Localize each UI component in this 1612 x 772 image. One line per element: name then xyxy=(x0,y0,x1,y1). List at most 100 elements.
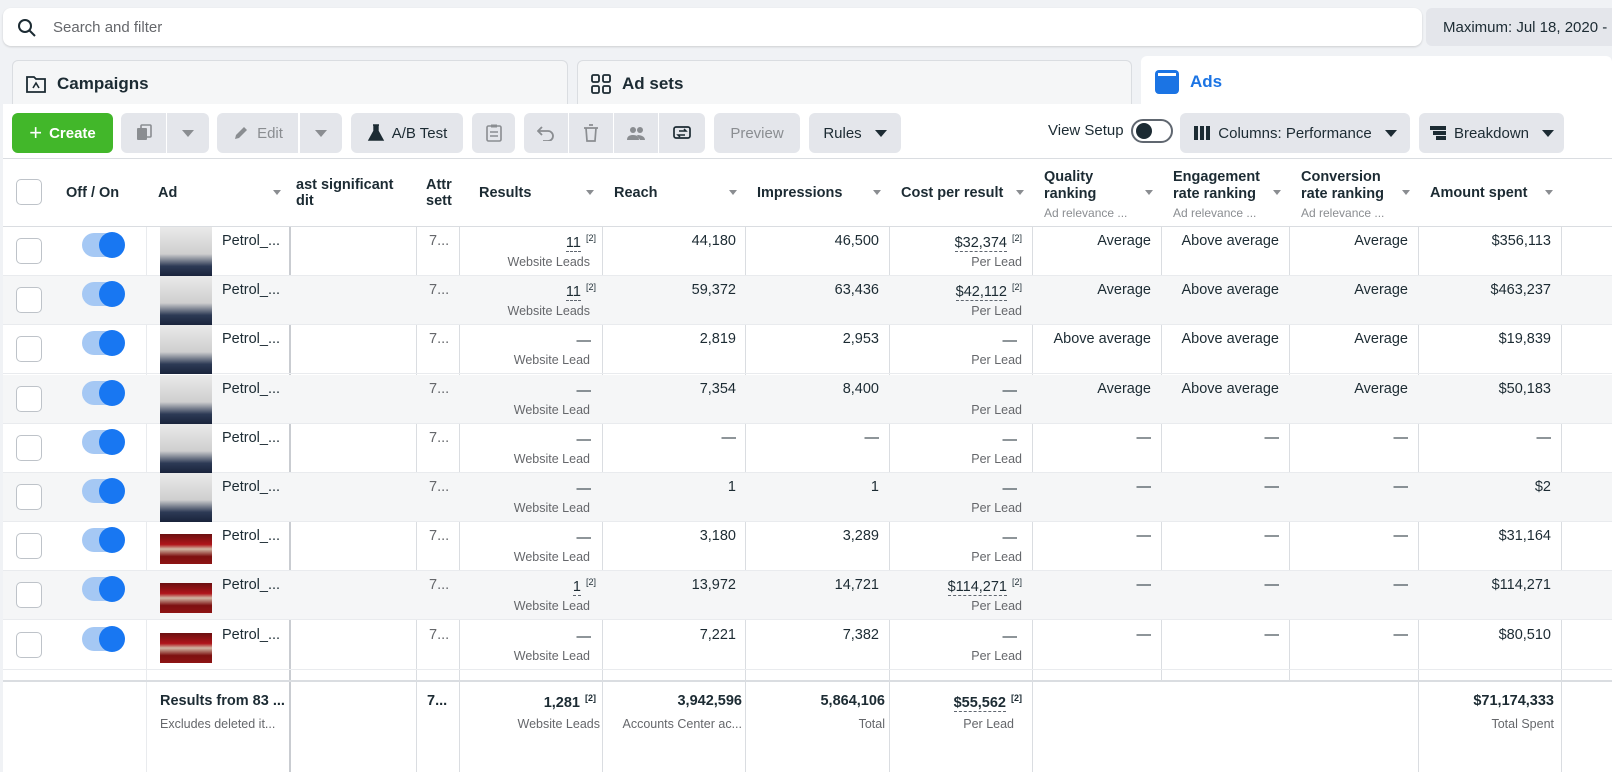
impressions-value: 8,400 xyxy=(842,380,879,397)
summary-amount-spent: $71,174,333 xyxy=(1473,693,1554,709)
ad-thumbnail[interactable] xyxy=(160,374,212,424)
col-header-ad[interactable]: Ad xyxy=(148,159,289,227)
summary-results-sub: Website Leads xyxy=(517,717,600,731)
ad-name[interactable]: Petrol_... xyxy=(222,627,280,643)
ad-thumbnail[interactable] xyxy=(160,227,212,276)
ad-status-toggle[interactable] xyxy=(82,576,125,603)
ad-name[interactable]: Petrol_... xyxy=(222,331,280,347)
col-header-quality-ranking[interactable]: Quality ranking Ad relevance ... xyxy=(1034,159,1161,227)
row-checkbox[interactable] xyxy=(16,238,42,264)
ad-thumbnail[interactable] xyxy=(160,325,212,375)
duplicate-button[interactable] xyxy=(121,113,166,153)
ad-thumbnail[interactable] xyxy=(160,423,212,473)
search-bar[interactable] xyxy=(3,8,1422,46)
ad-name[interactable]: Petrol_... xyxy=(222,479,280,495)
row-checkbox[interactable] xyxy=(16,434,42,461)
row-checkbox[interactable] xyxy=(16,582,42,609)
row-checkbox[interactable] xyxy=(16,385,42,412)
row-checkbox[interactable] xyxy=(16,336,42,363)
results-value: 11 [2] xyxy=(565,233,596,252)
col-header-cost-per-result[interactable]: Cost per result xyxy=(891,159,1032,227)
create-button[interactable]: + Create xyxy=(12,113,113,153)
ad-window-icon xyxy=(1155,69,1179,94)
breakdown-label: Breakdown xyxy=(1453,124,1530,142)
tab-ads[interactable]: Ads xyxy=(1141,56,1612,106)
results-type: Website Lead xyxy=(513,402,590,417)
ad-status-toggle[interactable] xyxy=(82,428,125,455)
edit-dropdown[interactable] xyxy=(300,113,342,153)
cost-per-result-type: Per Lead xyxy=(971,402,1022,417)
col-header-conversion-ranking[interactable]: Conversion rate ranking Ad relevance ... xyxy=(1291,159,1418,227)
view-setup-toggle[interactable] xyxy=(1131,119,1173,143)
row-checkbox[interactable] xyxy=(16,533,42,560)
col-header-amount-spent[interactable]: Amount spent xyxy=(1420,159,1561,227)
undo-button[interactable] xyxy=(524,113,568,153)
col-header-last-significant-edit[interactable]: ast significant dit xyxy=(286,159,416,227)
conversion-ranking: Average xyxy=(1354,233,1408,249)
columns-label: Columns: Performance xyxy=(1218,124,1372,142)
compare-button[interactable] xyxy=(659,113,705,153)
ab-test-button[interactable]: A/B Test xyxy=(351,113,463,153)
results-value: 1 [2] xyxy=(572,577,596,597)
col-header-off-on[interactable]: Off / On xyxy=(56,159,146,227)
search-input[interactable] xyxy=(53,8,1353,46)
impressions-value: 3,289 xyxy=(842,528,879,545)
ad-thumbnail[interactable] xyxy=(160,473,212,522)
ad-status-toggle[interactable] xyxy=(82,379,125,406)
delete-button[interactable] xyxy=(569,113,613,153)
duplicate-dropdown[interactable] xyxy=(167,113,209,153)
table-row[interactable]: Petrol_... 7... — Website Lead 7,354 8,400 — Pe… xyxy=(3,374,1612,424)
rules-button[interactable]: Rules xyxy=(809,113,901,153)
row-checkbox[interactable] xyxy=(16,484,42,510)
results-value: — xyxy=(576,530,592,547)
ad-thumbnail[interactable] xyxy=(160,632,212,663)
table-row[interactable]: Petrol_... 7... 11 [2] Website Leads 44,180 46… xyxy=(3,227,1612,276)
date-range-button[interactable]: Maximum: Jul 18, 2020 - xyxy=(1426,8,1612,46)
amount-spent-value: $80,510 xyxy=(1498,626,1551,643)
ad-status-toggle[interactable] xyxy=(82,478,125,504)
col-header-impressions[interactable]: Impressions xyxy=(747,159,889,227)
col-header-results[interactable]: Results xyxy=(469,159,602,227)
table-row[interactable]: Petrol_... 7... — Website Lead 1 1 — Per Lead — —… xyxy=(3,473,1612,522)
ad-thumbnail[interactable] xyxy=(160,583,212,614)
tab-campaigns[interactable]: Campaigns xyxy=(12,60,568,106)
ad-status-toggle[interactable] xyxy=(82,527,125,554)
table-row[interactable]: Petrol_... 7... 11 [2] Website Leads 59,372 63… xyxy=(3,276,1612,326)
ad-name[interactable]: Petrol_... xyxy=(222,430,280,446)
table-row[interactable]: Petrol_... 7... — Website Lead 7,221 7,382 — Pe… xyxy=(3,621,1612,670)
row-checkbox[interactable] xyxy=(16,631,42,658)
clipboard-button[interactable] xyxy=(472,113,515,153)
table-row[interactable]: Petrol_... 7... — Website Lead 2,819 2,953 — Pe… xyxy=(3,325,1612,375)
ad-name[interactable]: Petrol_... xyxy=(222,577,280,593)
reach-value: 3,180 xyxy=(699,528,736,545)
ad-name[interactable]: Petrol_... xyxy=(222,528,280,544)
ad-name[interactable]: Petrol_... xyxy=(222,381,280,397)
columns-button[interactable]: Columns: Performance xyxy=(1180,113,1410,153)
ad-status-toggle[interactable] xyxy=(82,330,125,357)
table-row[interactable]: Petrol_... 7... 1 [2] Website Lead 13,972 14,7… xyxy=(3,571,1612,621)
conversion-ranking: Average xyxy=(1354,380,1408,397)
preview-button[interactable]: Preview xyxy=(714,113,800,153)
tab-adsets[interactable]: Ad sets xyxy=(577,60,1132,106)
row-checkbox[interactable] xyxy=(16,287,42,314)
amount-spent-value: $356,113 xyxy=(1491,233,1551,249)
ad-thumbnail[interactable] xyxy=(160,534,212,565)
col-header-engagement-ranking[interactable]: Engagement rate ranking Ad relevance ... xyxy=(1163,159,1289,227)
grid-icon xyxy=(591,73,611,94)
ad-status-toggle[interactable] xyxy=(82,625,125,652)
ad-name[interactable]: Petrol_... xyxy=(222,282,280,298)
ad-thumbnail[interactable] xyxy=(160,276,212,326)
ad-status-toggle[interactable] xyxy=(82,281,125,308)
table-row[interactable]: Petrol_... 7... — Website Lead — — — Per Lead — —… xyxy=(3,423,1612,473)
amount-spent-value: $114,271 xyxy=(1491,577,1551,594)
col-divider xyxy=(459,682,460,772)
col-header-attribution-setting[interactable]: Attr sett xyxy=(418,159,459,227)
ad-name[interactable]: Petrol_... xyxy=(222,233,280,249)
ad-status-toggle[interactable] xyxy=(82,232,125,258)
table-row[interactable]: Petrol_... 7... — Website Lead 3,180 3,289 — Pe… xyxy=(3,522,1612,572)
select-all-checkbox[interactable] xyxy=(16,179,42,205)
edit-button[interactable]: Edit xyxy=(217,113,298,153)
breakdown-button[interactable]: Breakdown xyxy=(1419,113,1564,153)
audience-button[interactable] xyxy=(614,113,658,153)
col-header-reach[interactable]: Reach xyxy=(604,159,745,227)
